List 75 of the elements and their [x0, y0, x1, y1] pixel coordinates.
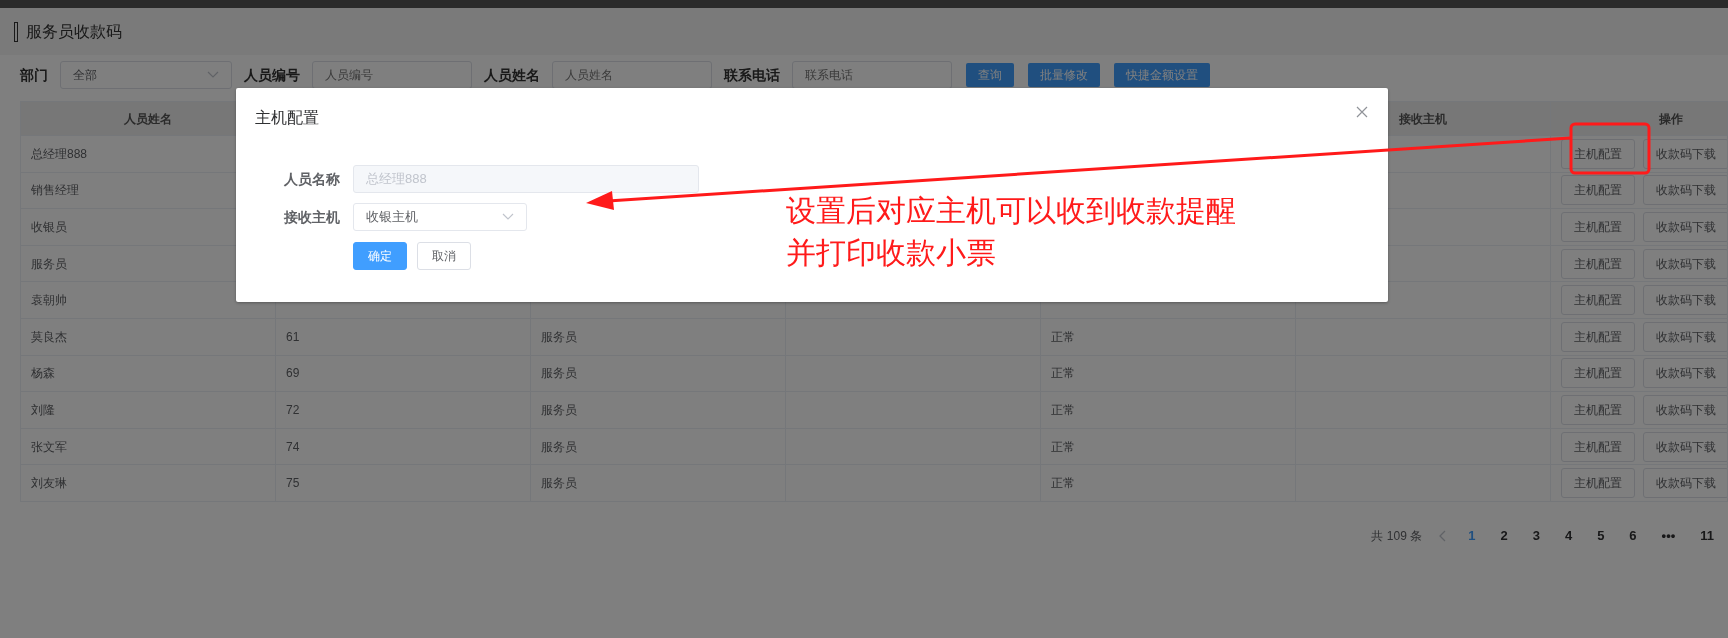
page-number[interactable]: 4	[1560, 525, 1577, 546]
table-cell: 刘友琳	[20, 464, 276, 502]
input-field[interactable]: 联系电话	[792, 61, 952, 89]
page-title: 服务员收款码	[26, 21, 122, 42]
toolbar-button[interactable]: 查询	[966, 63, 1014, 87]
row-action-button[interactable]: 主机配置	[1561, 138, 1635, 169]
page-number[interactable]: •••	[1657, 525, 1680, 546]
row-action-button[interactable]: 收款码下载	[1643, 358, 1727, 389]
table-cell: 服务员	[530, 391, 786, 429]
row-action-button[interactable]: 收款码下载	[1643, 394, 1727, 425]
table-cell: 正常	[1040, 391, 1296, 429]
table-cell: 正常	[1040, 428, 1296, 465]
row-action-button[interactable]: 主机配置	[1561, 468, 1635, 499]
input-field[interactable]: 人员姓名	[552, 61, 712, 89]
confirm-button[interactable]: 确定	[353, 242, 407, 270]
table-cell: 服务员	[530, 428, 786, 465]
row-action-button[interactable]: 主机配置	[1561, 431, 1635, 462]
annotation-text: 并打印收款小票	[786, 235, 996, 271]
table-cell: 正常	[1040, 355, 1296, 392]
table-cell: 张文军	[20, 428, 276, 465]
row-action-button[interactable]: 主机配置	[1561, 248, 1635, 279]
table-cell: 正常	[1040, 464, 1296, 502]
page-number[interactable]: 6	[1625, 525, 1641, 546]
input-field[interactable]: 人员编号	[312, 61, 472, 89]
row-action-button[interactable]: 收款码下载	[1643, 212, 1727, 242]
page-number[interactable]: 11	[1696, 525, 1718, 546]
field-label: 联系电话	[724, 65, 780, 85]
page-number[interactable]: 2	[1496, 525, 1512, 546]
cancel-button[interactable]: 取消	[417, 242, 471, 270]
table-cell: 72	[275, 391, 531, 429]
row-action-button[interactable]: 收款码下载	[1643, 431, 1727, 462]
table-cell: 杨森	[20, 355, 276, 392]
page-number[interactable]: 1	[1464, 525, 1480, 546]
row-action-button[interactable]: 主机配置	[1561, 394, 1635, 425]
chevron-down-icon	[502, 213, 514, 221]
row-action-button[interactable]: 收款码下载	[1643, 248, 1727, 279]
row-action-button[interactable]: 主机配置	[1561, 358, 1635, 389]
row-action-button[interactable]: 收款码下载	[1643, 468, 1727, 499]
total-count: 共 109 条	[1371, 527, 1423, 545]
toolbar-button[interactable]: 批量修改	[1028, 63, 1100, 87]
field-label: 人员编号	[244, 65, 300, 85]
table-cell: 75	[275, 464, 531, 502]
row-action-button[interactable]: 主机配置	[1561, 321, 1635, 352]
field-label: 接收主机	[283, 207, 340, 227]
table-cell: 61	[275, 318, 531, 356]
page-number[interactable]: 5	[1593, 525, 1609, 546]
row-action-button[interactable]: 收款码下载	[1643, 321, 1727, 352]
close-button[interactable]	[1356, 106, 1368, 118]
dropdown[interactable]: 全部	[60, 61, 232, 89]
annotation-text: 设置后对应主机可以收到收款提醒	[786, 193, 1236, 229]
table-cell: 莫良杰	[20, 318, 276, 356]
title-marker	[14, 21, 18, 42]
table-cell: 服务员	[530, 464, 786, 502]
row-action-button[interactable]: 主机配置	[1561, 175, 1635, 206]
table-cell: 正常	[1040, 318, 1296, 356]
table-cell: 服务员	[530, 318, 786, 356]
close-icon	[1356, 106, 1368, 118]
table-cell: 服务员	[530, 355, 786, 392]
dropdown[interactable]: 收银主机	[353, 203, 527, 231]
chevron-left-icon[interactable]	[1439, 529, 1448, 542]
row-action-button[interactable]: 主机配置	[1561, 212, 1635, 242]
row-action-button[interactable]: 收款码下载	[1643, 285, 1727, 316]
toolbar-button[interactable]: 快捷金额设置	[1114, 63, 1210, 87]
column-header: 操作	[1550, 101, 1728, 136]
row-action-button[interactable]: 主机配置	[1561, 285, 1635, 316]
field-label: 部门	[20, 65, 48, 85]
row-action-button[interactable]: 收款码下载	[1643, 175, 1727, 206]
chevron-down-icon	[207, 71, 219, 79]
field-label: 人员姓名	[484, 65, 540, 85]
row-action-button[interactable]: 收款码下载	[1643, 138, 1727, 169]
table-cell: 74	[275, 428, 531, 465]
page-number[interactable]: 3	[1528, 525, 1544, 546]
table-cell: 69	[275, 355, 531, 392]
field-label: 人员名称	[283, 169, 340, 189]
table-cell: 刘隆	[20, 391, 276, 429]
